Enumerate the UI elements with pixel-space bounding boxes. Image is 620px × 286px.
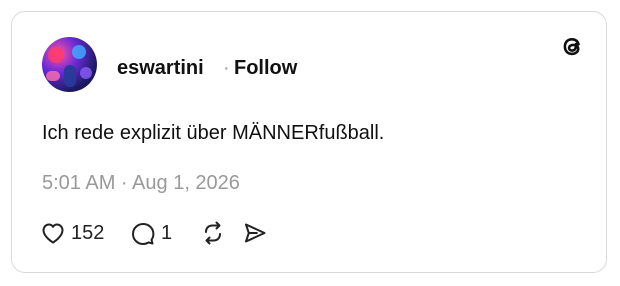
post-card: eswartini · Follow Ich rede explizit übe… [11,11,607,273]
repost-icon [200,220,226,246]
like-button[interactable]: 152 [40,219,130,247]
action-bar: 152 1 [40,219,268,247]
send-icon [242,220,268,246]
follow-button[interactable]: Follow [234,56,297,80]
reply-count: 1 [161,222,173,244]
post-text: Ich rede explizit über MÄNNERfußball. [42,122,385,144]
post-timestamp[interactable]: 5:01 AM · Aug 1, 2026 [42,171,240,195]
comment-icon [130,220,156,246]
like-count: 152 [71,222,105,244]
threads-icon[interactable] [557,31,587,61]
repost-button[interactable] [200,219,242,247]
avatar[interactable] [42,37,97,92]
reply-button[interactable]: 1 [130,219,200,247]
username[interactable]: eswartini [117,56,204,80]
separator-dot: · [223,57,230,79]
share-button[interactable] [242,219,268,247]
heart-icon [40,221,66,245]
